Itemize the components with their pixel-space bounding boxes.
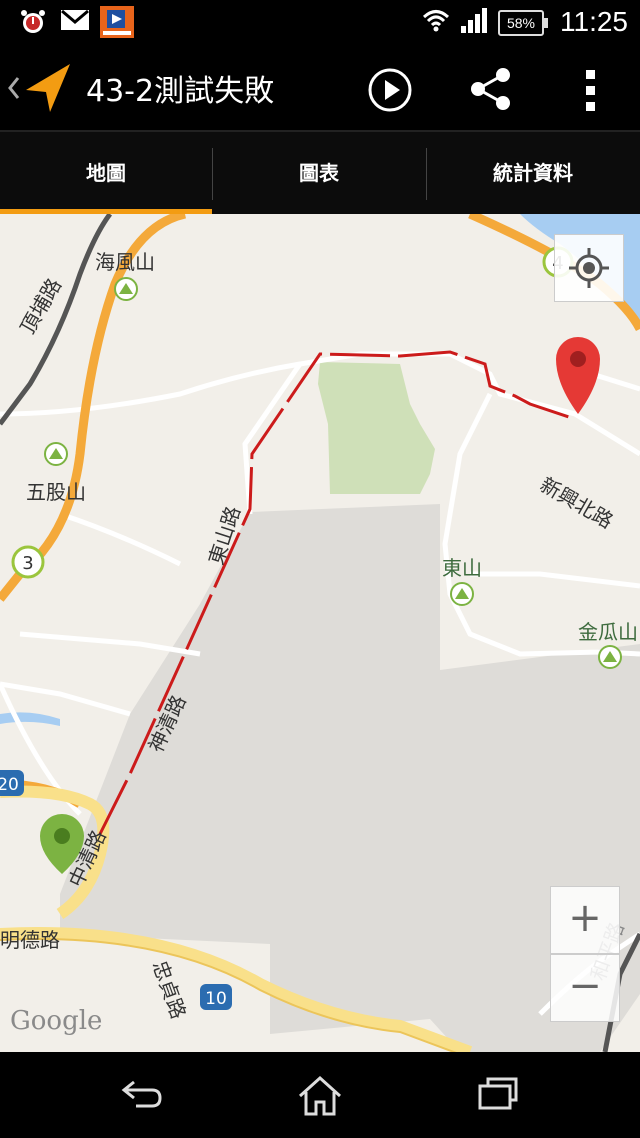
zoom-in-button[interactable]: + bbox=[550, 886, 620, 954]
map-canvas[interactable]: 3 4 10 20 bbox=[0, 214, 640, 1052]
map-label: 東山 bbox=[442, 556, 482, 580]
crosshair-icon bbox=[569, 248, 609, 288]
play-icon[interactable] bbox=[366, 66, 414, 114]
clock: 11:25 bbox=[560, 6, 628, 37]
my-location-button[interactable] bbox=[554, 234, 624, 302]
svg-text:10: 10 bbox=[205, 989, 227, 1009]
svg-text:3: 3 bbox=[22, 553, 33, 574]
battery-icon: 58% bbox=[498, 10, 548, 36]
mountain-icon bbox=[114, 277, 138, 301]
route-3-badge: 3 bbox=[11, 545, 45, 579]
map-label: 明德路 bbox=[0, 928, 60, 952]
park bbox=[318, 362, 435, 494]
google-logo: Google bbox=[10, 1006, 103, 1036]
back-icon[interactable] bbox=[118, 1074, 166, 1114]
navigation-bar bbox=[0, 1052, 640, 1138]
zoom-out-button[interactable]: − bbox=[550, 954, 620, 1022]
mountain-icon bbox=[44, 442, 68, 466]
status-bar: 58% 11:25 bbox=[0, 0, 640, 46]
map-label: 金瓜山 bbox=[578, 620, 638, 644]
map-view[interactable]: 3 4 10 20 bbox=[0, 214, 640, 1052]
action-bar: 43-2測試失敗 bbox=[0, 46, 640, 130]
tab-chart[interactable]: 圖表 bbox=[213, 132, 425, 214]
back-chevron-icon[interactable] bbox=[6, 74, 22, 102]
route-20-badge: 20 bbox=[0, 770, 24, 796]
tab-statistics[interactable]: 統計資料 bbox=[427, 132, 639, 214]
tab-map[interactable]: 地圖 bbox=[0, 132, 212, 216]
tab-bar: 地圖 圖表 統計資料 bbox=[0, 130, 640, 216]
svg-text:20: 20 bbox=[0, 775, 19, 795]
overflow-menu-icon[interactable] bbox=[584, 68, 598, 112]
wifi-icon bbox=[422, 10, 450, 32]
home-icon[interactable] bbox=[296, 1074, 344, 1118]
map-label: 五股山 bbox=[26, 480, 86, 504]
alarm-icon bbox=[21, 10, 45, 33]
stream bbox=[0, 712, 60, 726]
page-title: 43-2測試失敗 bbox=[86, 74, 275, 109]
route-10-badge: 10 bbox=[200, 984, 232, 1010]
app-notification-icon bbox=[100, 6, 134, 38]
map-label: 海風山 bbox=[95, 250, 155, 274]
end-marker-icon[interactable] bbox=[556, 337, 600, 414]
mountain-icon bbox=[450, 582, 474, 606]
share-icon[interactable] bbox=[468, 66, 514, 112]
recent-apps-icon[interactable] bbox=[474, 1074, 522, 1114]
gmail-icon bbox=[61, 9, 89, 30]
navigation-arrow-icon[interactable] bbox=[24, 62, 74, 114]
signal-icon bbox=[461, 8, 487, 33]
mountain-icon bbox=[598, 645, 622, 669]
